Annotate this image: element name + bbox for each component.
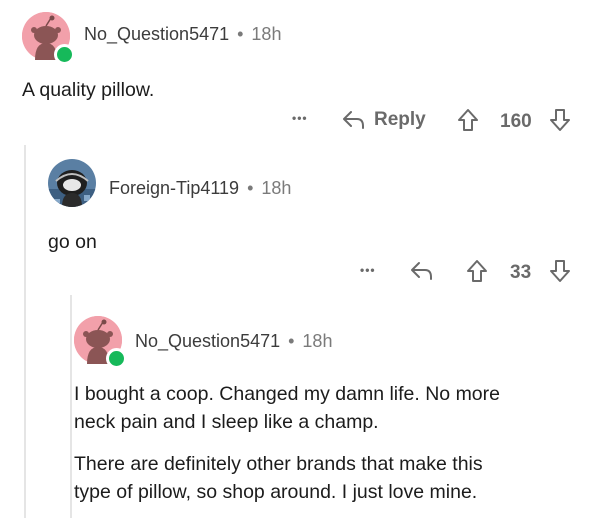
upvote-button[interactable]: [457, 108, 479, 132]
upvote-arrow-icon: [457, 108, 479, 132]
comment-body: go on: [48, 231, 97, 253]
comment-line: I bought a coop. Changed my damn life. N…: [74, 383, 500, 405]
reply-button[interactable]: Reply: [342, 109, 426, 131]
reply-arrow-icon: [342, 109, 366, 131]
thread-line-2[interactable]: [70, 295, 72, 518]
downvote-arrow-icon: [549, 108, 571, 132]
comment-username[interactable]: No_Question5471: [84, 24, 229, 45]
upvote-button[interactable]: [466, 259, 488, 283]
upvote-arrow-icon: [466, 259, 488, 283]
comment-line: neck pain and I sleep like a champ.: [74, 411, 379, 433]
comment-timestamp: 18h: [261, 178, 292, 198]
avatar[interactable]: [48, 159, 96, 207]
avatar[interactable]: [74, 316, 127, 369]
reply-arrow-icon: [410, 260, 434, 282]
comment-username[interactable]: Foreign-Tip4119: [109, 178, 239, 199]
more-options-button[interactable]: •••: [360, 263, 376, 277]
downvote-button[interactable]: [549, 259, 571, 283]
online-status-dot: [106, 348, 127, 369]
more-options-button[interactable]: •••: [292, 111, 308, 125]
thread-line-1[interactable]: [24, 145, 26, 518]
downvote-button[interactable]: [549, 108, 571, 132]
separator-dot: •: [247, 178, 254, 198]
comment-timestamp: 18h: [302, 331, 333, 351]
downvote-arrow-icon: [549, 259, 571, 283]
vote-count: 33: [510, 262, 532, 283]
avatar[interactable]: [22, 12, 75, 65]
separator-dot: •: [288, 331, 295, 351]
comment-line: There are definitely other brands that m…: [74, 453, 483, 475]
comment-timestamp: 18h: [251, 24, 282, 44]
snoo-avatar-icon: [48, 159, 96, 207]
reply-button[interactable]: [410, 260, 434, 282]
comment-line: type of pillow, so shop around. I just l…: [74, 481, 478, 503]
online-status-dot: [54, 44, 75, 65]
comment-body: A quality pillow.: [22, 79, 155, 101]
comment-body: I bought a coop. Changed my damn life. N…: [74, 380, 594, 506]
separator-dot: •: [237, 24, 244, 44]
comment-username[interactable]: No_Question5471: [135, 331, 280, 352]
vote-count: 160: [500, 111, 532, 132]
